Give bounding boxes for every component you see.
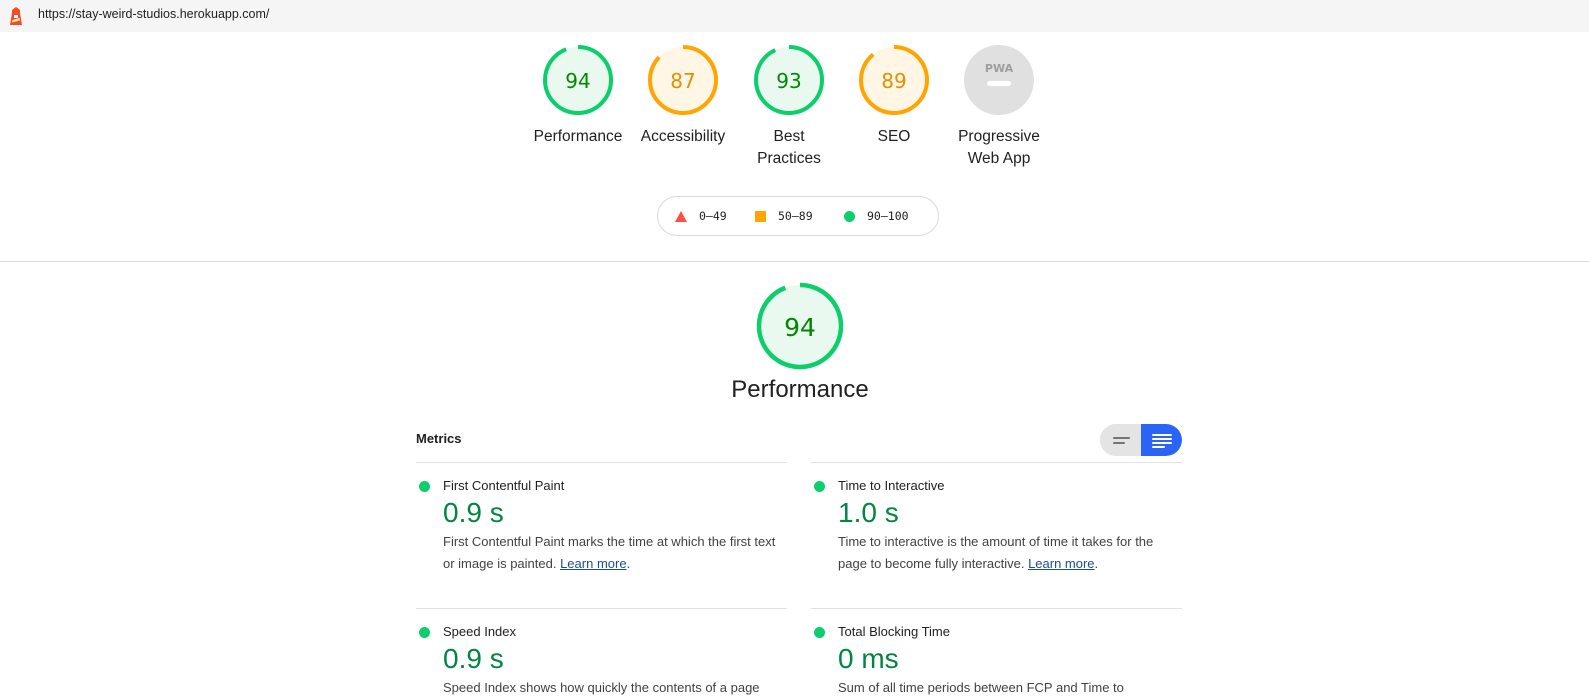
gauge-accessibility[interactable]: 87 Accessibility [623, 44, 743, 148]
performance-gauge: 94 [756, 282, 844, 370]
gauge-performance[interactable]: 94 Performance [518, 44, 638, 148]
learn-more-link[interactable]: Learn more [560, 556, 626, 571]
metric-title: First Contentful Paint [443, 478, 565, 493]
metric-value: 1.0 s [838, 497, 899, 528]
metric-time-to-interactive: Time to Interactive 1.0 s Time to intera… [811, 462, 1182, 608]
pass-icon [814, 627, 825, 638]
gauge-ring: 87 [648, 45, 718, 115]
metrics-heading: Metrics [416, 431, 462, 446]
section-divider [0, 261, 1589, 262]
triangle-icon [675, 210, 687, 222]
metric-title: Speed Index [443, 624, 517, 639]
gauge-label: Performance [533, 128, 623, 145]
dash-icon [987, 81, 1011, 86]
metric-title: Time to Interactive [838, 478, 945, 493]
metric-description: Speed Index shows how quickly the conten… [443, 680, 760, 695]
category-gauges: 94 Performance 87 Accessibility 93 Best … [530, 44, 1070, 184]
gauge-best-practices[interactable]: 93 Best Practices [729, 44, 849, 170]
gauge-score: 89 [881, 69, 906, 93]
legend-average: 50–89 [755, 209, 813, 223]
pwa-badge: PWA [964, 45, 1034, 115]
metric-description: Sum of all time periods between FCP and … [838, 680, 1124, 695]
metrics-view-toggle[interactable] [1100, 424, 1182, 456]
compact-view-icon [1113, 437, 1130, 439]
metric-title: Total Blocking Time [838, 624, 950, 639]
legend-fail: 0–49 [675, 209, 727, 223]
gauge-seo[interactable]: 89 SEO [834, 44, 954, 148]
metric-total-blocking-time: Total Blocking Time 0 ms Sum of all time… [811, 608, 1182, 700]
performance-score: 94 [784, 313, 816, 342]
legend-pass: 90–100 [844, 209, 909, 223]
gauge-label: Accessibility [640, 128, 726, 145]
performance-title: Performance [731, 376, 869, 403]
gauge-ring: 89 [859, 45, 929, 115]
compact-view-button[interactable] [1100, 424, 1141, 456]
lighthouse-icon [10, 7, 22, 25]
pass-icon [419, 627, 430, 638]
metric-description: First Contentful Paint marks the time at… [443, 534, 776, 571]
score-legend: 0–49 50–89 90–100 [657, 196, 939, 236]
metric-value: 0 ms [838, 643, 899, 674]
report-url[interactable]: https://stay-weird-studios.herokuapp.com… [38, 7, 269, 21]
expanded-view-button[interactable] [1141, 424, 1182, 456]
expanded-view-icon [1152, 434, 1172, 436]
gauge-label: SEO [877, 128, 911, 145]
metric-first-contentful-paint: First Contentful Paint 0.9 s First Conte… [416, 462, 787, 608]
learn-more-link[interactable]: Learn more [1028, 556, 1094, 571]
metric-description: Time to interactive is the amount of tim… [838, 534, 1154, 571]
circle-icon [844, 210, 855, 222]
pass-icon [814, 481, 825, 492]
metric-value: 0.9 s [443, 497, 504, 528]
gauge-label: Progressive Web App [958, 128, 1040, 167]
gauge-pwa[interactable]: PWA Progressive Web App [939, 44, 1059, 170]
gauge-ring: 93 [754, 45, 824, 115]
url-bar: https://stay-weird-studios.herokuapp.com… [0, 0, 1589, 32]
gauge-score: 94 [565, 69, 590, 93]
gauge-score: 93 [776, 69, 801, 93]
metric-speed-index: Speed Index 0.9 s Speed Index shows how … [416, 608, 787, 700]
gauge-score: 87 [670, 69, 695, 93]
gauge-ring: 94 [543, 45, 613, 115]
pwa-icon: PWA [985, 62, 1014, 75]
pass-icon [419, 481, 430, 492]
gauge-label: Best Practices [757, 128, 821, 167]
metric-value: 0.9 s [443, 643, 504, 674]
square-icon [755, 210, 766, 222]
